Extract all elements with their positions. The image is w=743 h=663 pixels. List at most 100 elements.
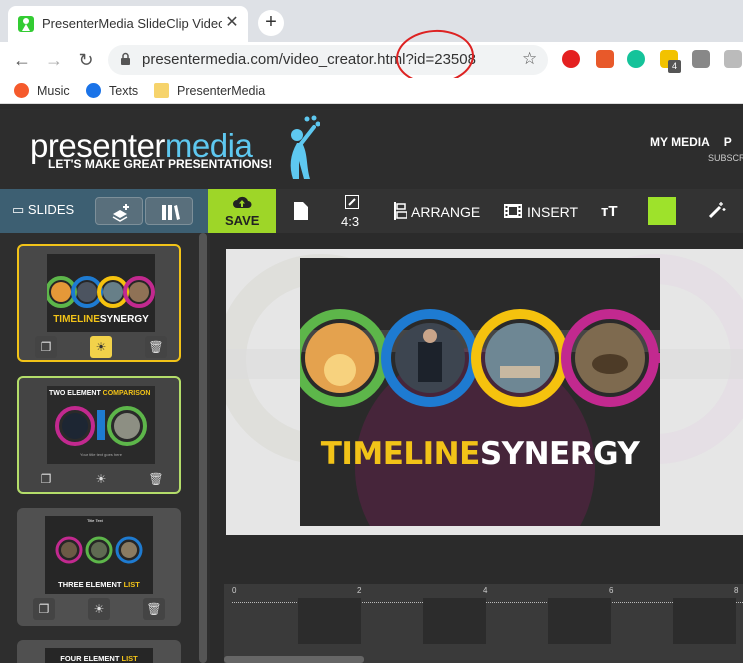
insert-button[interactable]: INSERT	[500, 189, 586, 233]
page-icon	[294, 202, 308, 220]
slide-actions: ❐ ☀ 🗑	[33, 598, 165, 620]
nav-my-media[interactable]: MY MEDIA P	[650, 135, 732, 149]
timeline-tick: 2	[357, 586, 362, 595]
bookmark-texts[interactable]: Texts	[86, 82, 138, 100]
bookmark-music[interactable]: Music	[14, 82, 70, 100]
add-slide-button[interactable]	[95, 197, 143, 225]
slide-thumbnail-2[interactable]: TWO ELEMENT COMPARISON Your title text g…	[17, 376, 181, 494]
texts-icon	[86, 83, 101, 98]
app-window: PresenterMedia SlideClip Video C ✕ + ← →…	[0, 0, 743, 663]
slide-actions: ❐ ☀ 🗑	[35, 468, 167, 490]
main-slide[interactable]: TIMELINESYNERGY	[300, 258, 660, 526]
comparison-graphic	[55, 406, 147, 446]
slide-title: TWO ELEMENT COMPARISON	[49, 390, 151, 397]
timeline-scrollbar[interactable]	[224, 656, 364, 663]
bookmark-presentermedia[interactable]: PresenterMedia	[154, 82, 265, 100]
insert-label: INSERT	[527, 204, 579, 220]
text-size-icon: тT	[601, 203, 618, 220]
slide-preview: FOUR ELEMENT LIST	[45, 648, 153, 663]
slide-thumbnail-3[interactable]: Title Text THREE ELEMENT LIST ❐ ☀ 🗑	[17, 508, 181, 626]
new-tab-button[interactable]: +	[258, 10, 284, 36]
lightbulb-icon[interactable]: ☀	[90, 468, 112, 490]
trash-icon[interactable]: 🗑	[143, 598, 165, 620]
film-icon	[504, 204, 522, 218]
arrange-icon	[394, 202, 407, 220]
editor-toolbar: ▭ SLIDES SAVE 4:3 ARRANGE INSERT тT	[0, 189, 743, 233]
grammarly-extension-icon[interactable]	[627, 50, 645, 68]
slide-preview: TIMELINESYNERGY	[47, 254, 155, 332]
back-icon[interactable]: ←	[10, 48, 34, 72]
lightbulb-icon[interactable]: ☀	[88, 598, 110, 620]
timeline-clip[interactable]	[673, 598, 736, 644]
slides-label: SLIDES	[27, 202, 75, 217]
text-size-button[interactable]: тT	[596, 189, 630, 233]
cloud-upload-icon	[233, 196, 252, 208]
slide-actions: ❐ ☀ 🗑	[35, 336, 167, 358]
trash-icon[interactable]: 🗑	[145, 468, 167, 490]
logo-mascot-icon	[290, 115, 320, 179]
presentermedia-favicon	[18, 16, 34, 32]
arrange-button[interactable]: ARRANGE	[390, 189, 486, 233]
library-button[interactable]	[145, 197, 193, 225]
timeline-tick: 8	[734, 586, 739, 595]
bookmarks-bar: Music Texts PresenterMedia	[0, 78, 743, 104]
edit-icon	[345, 195, 359, 209]
aspect-ratio-label: 4:3	[341, 214, 360, 229]
duplicate-icon[interactable]: ❐	[35, 468, 57, 490]
sidebar-scrollbar[interactable]	[199, 233, 207, 663]
drive-extension-icon[interactable]	[724, 50, 742, 68]
slide-preview: TWO ELEMENT COMPARISON Your title text g…	[47, 386, 155, 464]
timeline-clip[interactable]	[298, 598, 361, 644]
lightbulb-icon[interactable]: ☀	[90, 336, 112, 358]
aspect-ratio-button[interactable]: 4:3	[330, 189, 376, 233]
timeline-synergy-slide-graphic	[300, 258, 660, 526]
site-header: presentermedia LET'S MAKE GREAT PRESENTA…	[0, 109, 743, 189]
address-bar[interactable]: presentermedia.com/video_creator.html?id…	[108, 45, 548, 75]
nav-subscription[interactable]: SUBSCR	[708, 153, 743, 163]
slide-preview: Title Text THREE ELEMENT LIST	[45, 516, 153, 594]
tab-close-icon[interactable]: ✕	[222, 13, 242, 33]
reload-icon[interactable]: ↻	[74, 48, 98, 72]
duplicate-icon[interactable]: ❐	[35, 336, 57, 358]
browser-tab[interactable]: PresenterMedia SlideClip Video C ✕	[8, 6, 248, 42]
slides-panel-tab[interactable]: ▭ SLIDES	[0, 189, 208, 233]
office-extension-icon[interactable]	[596, 50, 614, 68]
adblock-extension-icon[interactable]	[562, 50, 580, 68]
slide-main-title: TIMELINESYNERGY	[320, 436, 640, 472]
browser-toolbar: ← → ↻ presentermedia.com/video_creator.h…	[0, 42, 743, 78]
save-button[interactable]: SAVE	[208, 189, 276, 233]
arrange-label: ARRANGE	[411, 204, 481, 220]
tab-title: PresenterMedia SlideClip Video C	[42, 16, 222, 31]
timeline-tick: 4	[483, 586, 488, 595]
extension-icon[interactable]	[692, 50, 710, 68]
tagline: LET'S MAKE GREAT PRESENTATIONS!	[48, 157, 273, 171]
timeline-clip[interactable]	[548, 598, 611, 644]
slide-title: TIMELINESYNERGY	[53, 314, 149, 325]
bookmark-star-icon[interactable]: ☆	[522, 49, 537, 69]
magic-wand-icon	[708, 202, 726, 219]
timeline[interactable]: 0 2 4 6 8	[224, 584, 743, 663]
slide-label: FOUR ELEMENT LIST	[60, 654, 138, 663]
library-icon	[162, 205, 180, 220]
music-icon	[14, 83, 29, 98]
presentation-icon: ▭	[12, 202, 25, 217]
slide-thumbnail-4[interactable]: FOUR ELEMENT LIST	[17, 640, 181, 663]
slide-label: THREE ELEMENT LIST	[58, 580, 140, 589]
timeline-tick: 0	[232, 586, 237, 595]
lock-icon	[121, 52, 130, 65]
forward-icon[interactable]: →	[42, 48, 66, 72]
timeline-tick: 6	[609, 586, 614, 595]
extension-badge: 4	[668, 60, 681, 73]
duplicate-icon[interactable]: ❐	[33, 598, 55, 620]
browser-tabstrip: PresenterMedia SlideClip Video C ✕ +	[0, 0, 743, 42]
canvas-area: TIMELINESYNERGY	[210, 233, 743, 578]
effects-button[interactable]	[698, 189, 738, 233]
color-picker[interactable]	[648, 197, 676, 225]
slide-thumbnail-1[interactable]: TIMELINESYNERGY ❐ ☀ 🗑	[17, 244, 181, 362]
add-layer-icon	[112, 204, 129, 222]
new-slide-button[interactable]	[280, 189, 324, 233]
trash-icon[interactable]: 🗑	[145, 336, 167, 358]
timeline-clip[interactable]	[423, 598, 486, 644]
slide-caption: Your title text goes here	[80, 452, 122, 457]
slide-item-title: Title Text	[87, 518, 103, 523]
